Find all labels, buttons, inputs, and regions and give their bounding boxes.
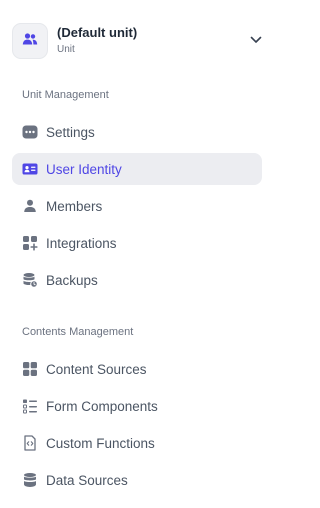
nav-label: Custom Functions (46, 435, 155, 451)
nav-label: Integrations (46, 235, 117, 251)
chevron-down-icon[interactable] (250, 34, 262, 46)
nav-label: User Identity (46, 161, 122, 177)
nav-item-integrations[interactable]: Integrations (12, 227, 262, 259)
section-title-contents-management: Contents Management (22, 326, 134, 338)
nav-item-backups[interactable]: Backups (12, 264, 262, 296)
nav-item-settings[interactable]: Settings (12, 116, 262, 148)
nav-label: Settings (46, 124, 95, 140)
nav-item-members[interactable]: Members (12, 190, 262, 222)
users-icon (22, 32, 38, 51)
dots-icon (22, 124, 38, 140)
nav-item-user-identity[interactable]: User Identity (12, 153, 262, 185)
grid-plus-icon (22, 235, 38, 251)
nav-label: Backups (46, 272, 98, 288)
unit-title: (Default unit) (57, 25, 138, 40)
form-list-icon (22, 398, 38, 414)
grid-icon (22, 361, 38, 377)
nav-item-content-sources[interactable]: Content Sources (12, 353, 262, 385)
nav-label: Content Sources (46, 361, 147, 377)
section-title-unit-management: Unit Management (22, 89, 109, 101)
id-card-icon (22, 161, 38, 177)
unit-avatar (12, 23, 48, 59)
nav-label: Data Sources (46, 472, 128, 488)
database-icon (22, 472, 38, 488)
nav-label: Form Components (46, 398, 158, 414)
nav-item-custom-functions[interactable]: Custom Functions (12, 427, 262, 459)
nav-item-data-sources[interactable]: Data Sources (12, 464, 262, 496)
nav-label: Members (46, 198, 103, 214)
database-clock-icon (22, 272, 38, 288)
person-icon (22, 198, 38, 214)
nav-item-form-components[interactable]: Form Components (12, 390, 262, 422)
sidebar: (Default unit) Unit Unit Management Sett… (0, 0, 274, 508)
unit-subtitle: Unit (57, 44, 75, 55)
unit-switcher[interactable]: (Default unit) Unit (12, 22, 266, 60)
code-file-icon (22, 435, 38, 451)
